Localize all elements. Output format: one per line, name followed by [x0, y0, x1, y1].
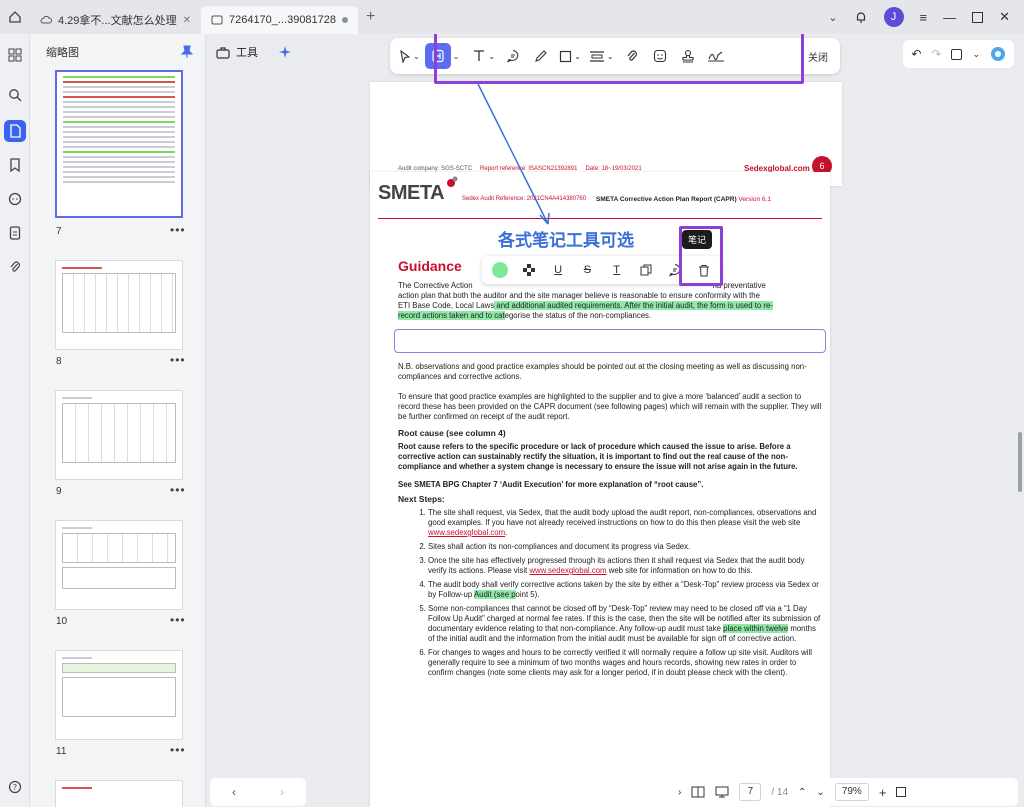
chevron-down-icon[interactable]: ⌄: [828, 11, 837, 24]
arrow-annotation: [477, 83, 550, 225]
thumbnail-page-8[interactable]: [55, 260, 183, 350]
home-icon: [9, 11, 21, 23]
tab-document[interactable]: 7264170_...39081728: [200, 6, 359, 34]
panel-title: 缩略图: [46, 47, 79, 59]
search-icon: [9, 89, 22, 102]
attachment-button[interactable]: [4, 256, 26, 278]
pin-icon[interactable]: [181, 45, 193, 59]
bookmark-icon: [10, 158, 20, 172]
thumbnail-page-7[interactable]: [55, 70, 183, 218]
chevron-right-icon[interactable]: ›: [280, 785, 284, 799]
help-button[interactable]: ?: [4, 776, 26, 798]
more-icon[interactable]: •••: [170, 353, 186, 367]
more-icon[interactable]: •••: [170, 483, 186, 497]
help-icon: ?: [8, 780, 22, 794]
avatar[interactable]: J: [883, 7, 904, 27]
more-icon[interactable]: •••: [170, 743, 186, 757]
zoom-level[interactable]: 79%: [834, 783, 869, 801]
page-nav-arrows: ‹ ›: [210, 778, 306, 806]
page-number-input[interactable]: 7: [739, 783, 762, 801]
maximize-icon[interactable]: [972, 11, 984, 23]
more-icon[interactable]: •••: [170, 223, 186, 237]
close-window-icon[interactable]: ✕: [999, 9, 1010, 25]
thumbnail-label: 10: [56, 616, 68, 627]
document-area: 工具 ⌄ ⌄ ⌄ ⌄ ⌄ 关闭 ↶ ↷ ⌄ Audit company: SGS…: [206, 34, 1024, 807]
status-bar: › 7 / 14 ⌃ ⌄ 79% +: [670, 778, 1018, 806]
minimize-icon[interactable]: —: [943, 10, 956, 25]
presentation-icon[interactable]: [715, 786, 729, 798]
tab-article[interactable]: 4.29拿不...文献怎么处理 ✕: [30, 6, 201, 34]
left-rail: ?: [0, 34, 30, 807]
menu-icon[interactable]: ≡: [920, 10, 928, 25]
paperclip-icon: [10, 261, 20, 272]
cloud-icon: [40, 15, 52, 24]
chevron-up-icon[interactable]: ⌃: [798, 787, 806, 798]
more-icon[interactable]: •••: [170, 613, 186, 627]
page-total: / 14: [771, 786, 789, 798]
file-list-icon: [9, 226, 21, 240]
comment-icon: [8, 192, 22, 206]
thumbnails-button[interactable]: [4, 120, 26, 142]
attachments-list-button[interactable]: [4, 222, 26, 244]
bell-icon[interactable]: [854, 10, 868, 24]
thumbnail-page-11[interactable]: [55, 650, 183, 740]
thumbnail-page-10[interactable]: [55, 520, 183, 610]
close-icon[interactable]: ✕: [183, 15, 191, 26]
thumbnail-label: 9: [56, 486, 62, 497]
reading-mode-icon[interactable]: [691, 786, 705, 798]
unsaved-dot-icon: [342, 17, 349, 23]
chevron-down-icon[interactable]: ⌄: [816, 787, 824, 798]
tab-label: 4.29拿不...文献怎么处理: [58, 15, 177, 27]
comments-button[interactable]: [4, 188, 26, 210]
title-bar: 4.29拿不...文献怎么处理 ✕ 7264170_...39081728 + …: [0, 0, 1024, 34]
grid-view-button[interactable]: [4, 44, 26, 66]
new-tab-button[interactable]: +: [358, 8, 383, 26]
chevron-left-icon[interactable]: ‹: [232, 785, 236, 799]
thumbnail-label: 7: [56, 226, 62, 237]
home-button[interactable]: [0, 0, 30, 34]
thumbnail-page-12[interactable]: [55, 780, 183, 807]
grid-icon: [8, 48, 22, 62]
search-button[interactable]: [4, 84, 26, 106]
page-icon: [10, 124, 21, 138]
document-icon: [211, 15, 223, 24]
zoom-in-icon[interactable]: +: [879, 785, 887, 800]
thumbnail-label: 8: [56, 356, 62, 367]
collapse-icon[interactable]: ›: [678, 787, 681, 798]
thumbnail-page-9[interactable]: [55, 390, 183, 480]
thumbnail-panel: 缩略图 7 ••• 8 ••• 9 ••• 10 ••• 11 •••: [30, 34, 206, 807]
thumbnail-label: 11: [56, 746, 67, 757]
svg-text:?: ?: [13, 783, 17, 792]
fit-page-icon[interactable]: [896, 787, 907, 797]
bookmarks-button[interactable]: [4, 154, 26, 176]
vertical-scrollbar[interactable]: [1018, 432, 1022, 492]
tab-label: 7264170_...39081728: [228, 14, 337, 26]
